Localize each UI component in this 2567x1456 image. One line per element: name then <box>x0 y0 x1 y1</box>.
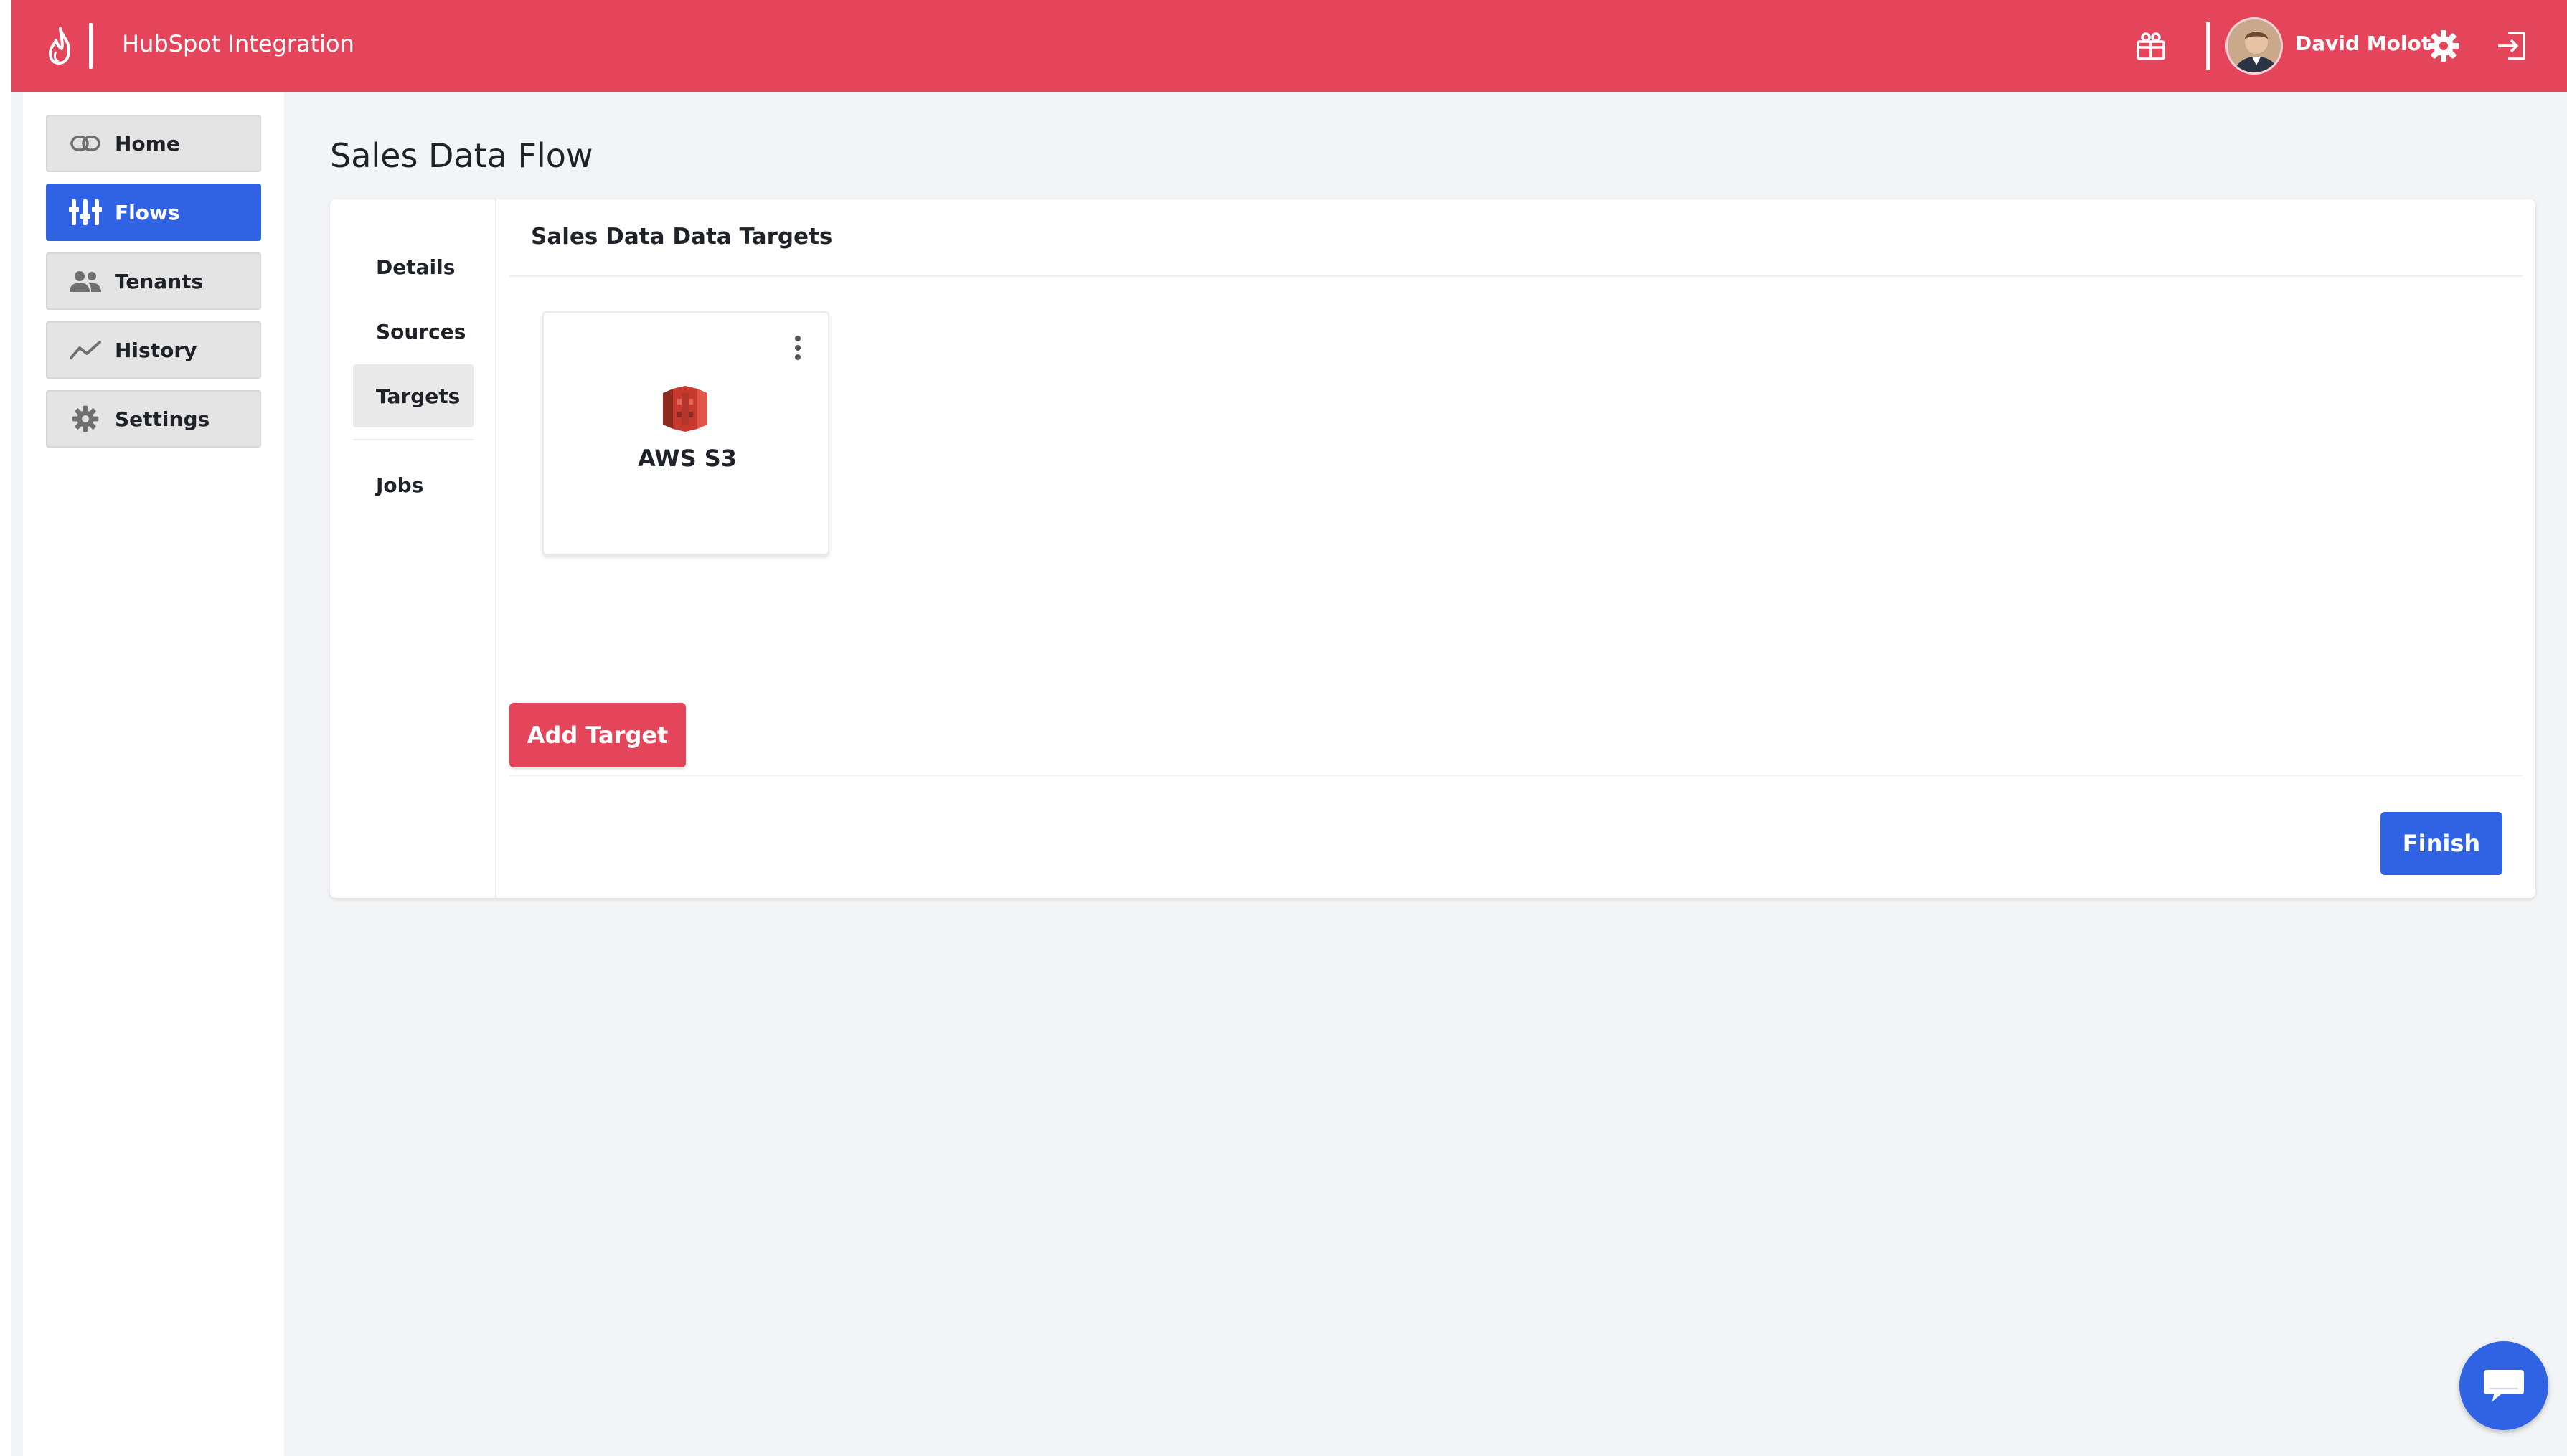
step-divider <box>353 439 474 440</box>
chat-bubble-icon <box>2484 1370 2524 1401</box>
gift-icon[interactable] <box>2135 30 2167 62</box>
chart-line-icon <box>69 337 102 363</box>
kebab-menu-icon[interactable] <box>786 333 809 363</box>
sidebar-item-label: Home <box>115 131 180 156</box>
chat-widget-button[interactable] <box>2459 1341 2548 1430</box>
header-divider <box>2206 22 2210 70</box>
link-icon <box>69 131 102 156</box>
sidebar-item-label: History <box>115 338 197 362</box>
app-title: HubSpot Integration <box>122 30 354 57</box>
sidebar: Home Flows Tenants History Settings <box>23 92 284 1456</box>
logo-divider <box>89 23 93 69</box>
tab-targets[interactable]: Targets <box>353 364 474 427</box>
top-header: HubSpot Integration David Molot <box>11 0 2567 92</box>
gear-icon <box>69 405 102 432</box>
target-card-aws-s3[interactable]: AWS S3 <box>542 311 829 555</box>
add-target-button[interactable]: Add Target <box>509 703 686 767</box>
tab-details[interactable]: Details <box>353 235 474 298</box>
flow-wizard-card: Details Sources Targets Jobs Sales Data … <box>330 199 2535 898</box>
sidebar-item-settings[interactable]: Settings <box>46 390 261 448</box>
app-shell: HubSpot Integration David Molot Home Flo… <box>0 0 2567 1456</box>
sidebar-item-label: Tenants <box>115 269 204 293</box>
sidebar-item-history[interactable]: History <box>46 321 261 379</box>
gear-icon[interactable] <box>2426 29 2461 63</box>
panel-title: Sales Data Data Targets <box>531 224 833 250</box>
sidebar-item-label: Settings <box>115 407 210 431</box>
flows-icon <box>69 199 102 225</box>
aws-s3-icon <box>663 386 707 432</box>
avatar[interactable] <box>2225 17 2283 75</box>
finish-button[interactable]: Finish <box>2380 812 2502 875</box>
step-nav: Details Sources Targets Jobs <box>330 199 496 898</box>
sidebar-item-label: Flows <box>115 200 180 224</box>
sidebar-item-home[interactable]: Home <box>46 115 261 172</box>
avatar-image <box>2228 19 2281 72</box>
tab-jobs[interactable]: Jobs <box>353 453 474 516</box>
target-name: AWS S3 <box>637 445 738 472</box>
flame-logo-icon[interactable] <box>44 26 76 66</box>
sidebar-item-flows[interactable]: Flows <box>46 184 261 241</box>
sidebar-item-tenants[interactable]: Tenants <box>46 252 261 310</box>
panel-divider <box>509 275 2523 277</box>
tab-sources[interactable]: Sources <box>353 300 474 363</box>
footer-divider <box>509 775 2523 776</box>
logout-icon[interactable] <box>2495 30 2528 62</box>
page-title: Sales Data Flow <box>330 136 593 175</box>
user-name[interactable]: David Molot <box>2295 32 2431 55</box>
people-icon <box>69 268 102 294</box>
